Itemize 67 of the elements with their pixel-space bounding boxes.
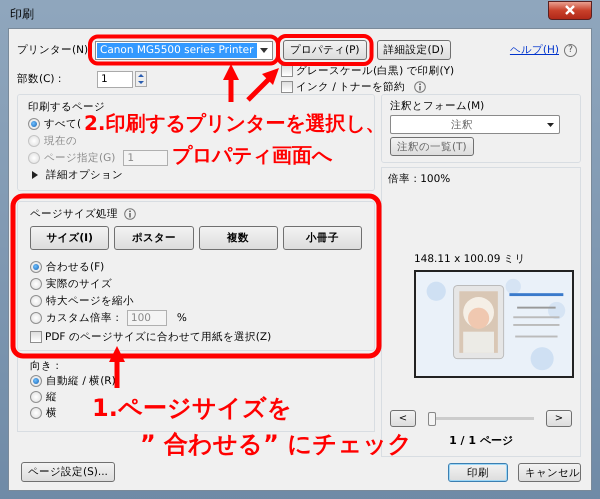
- help-link[interactable]: ヘルプ(H): [510, 43, 559, 57]
- page-setup-button[interactable]: ページ設定(S)...: [21, 462, 115, 482]
- checkbox[interactable]: [281, 81, 293, 93]
- copies-field[interactable]: 1: [97, 70, 133, 88]
- scale-label: 倍率 : 100%: [388, 172, 452, 186]
- radio-button[interactable]: [30, 312, 42, 324]
- group-title: 印刷するページ: [28, 100, 105, 114]
- close-button[interactable]: [548, 0, 592, 20]
- help-icon[interactable]: ?: [564, 44, 577, 56]
- properties-button[interactable]: プロパティ(P): [283, 40, 367, 60]
- radio-label: 合わせる(F): [46, 260, 104, 274]
- group-title: 向き :: [30, 359, 60, 373]
- printer-label: プリンター(N): [17, 43, 90, 57]
- radio-label: ページ指定(G): [44, 150, 116, 164]
- radio-label: 特大ページを縮小: [46, 294, 134, 308]
- radio-label: 現在の: [44, 134, 77, 148]
- copies-label: 部数(C) :: [17, 72, 62, 86]
- dropdown-arrow-icon: [547, 122, 554, 126]
- group-title: 注釈とフォーム(M): [390, 99, 486, 113]
- paper-size-label: 148.11 x 100.09 ミリ: [414, 252, 527, 266]
- checkbox[interactable]: [281, 65, 293, 77]
- checkbox-label: グレースケール(白黒) で印刷(Y): [296, 64, 454, 78]
- radio-button[interactable]: [28, 118, 40, 130]
- window-title: 印刷: [9, 6, 34, 22]
- arrow: [223, 64, 239, 102]
- radio-label: 実際のサイズ: [46, 276, 112, 290]
- expand-icon: [32, 171, 38, 179]
- radio-button[interactable]: [30, 260, 42, 272]
- callout-text: プロパティ画面へ: [172, 142, 332, 168]
- next-page-button[interactable]: >: [546, 410, 572, 427]
- info-icon: [414, 81, 426, 93]
- annotations-list-button[interactable]: 注釈の一覧(T): [390, 137, 474, 156]
- radio-button[interactable]: [30, 407, 42, 419]
- radio-button[interactable]: [30, 375, 42, 387]
- callout-text: ” 合わせる” にチェック: [140, 430, 412, 458]
- arrow: [246, 68, 279, 102]
- mode-button[interactable]: 複数: [198, 226, 278, 250]
- callout-text: 1.ページサイズを: [92, 394, 292, 422]
- checkbox-label: PDF のページサイズに合わせて用紙を選択(Z): [45, 330, 272, 344]
- cancel-button[interactable]: キャンセル: [518, 463, 581, 482]
- mode-button[interactable]: サイズ(I): [30, 226, 110, 250]
- checkbox-label: インク / トナーを節約: [296, 80, 406, 94]
- callout-text: 2.印刷するプリンターを選択し、: [84, 111, 386, 136]
- slider-thumb[interactable]: [428, 412, 436, 426]
- close-icon: [565, 5, 575, 15]
- radio-label: 自動縦 / 横(R): [46, 374, 116, 388]
- more-options-toggle[interactable]: 詳細オプション: [46, 168, 123, 182]
- radio-button[interactable]: [30, 278, 42, 290]
- radio-button[interactable]: [30, 391, 42, 403]
- advanced-button[interactable]: 詳細設定(D): [376, 40, 451, 60]
- print-button[interactable]: 印刷: [448, 463, 508, 482]
- group-title: ページサイズ処理: [30, 207, 118, 221]
- mode-button[interactable]: ポスター: [114, 226, 194, 250]
- dropdown-arrow-icon: [260, 48, 268, 52]
- unit-label: %: [176, 312, 187, 324]
- radio-label: すべて(: [44, 116, 82, 130]
- radio-label: 縦: [46, 390, 57, 404]
- checkbox[interactable]: [30, 331, 42, 343]
- info-icon: [124, 208, 136, 220]
- spinner-icon: [135, 71, 147, 87]
- previous-page-button[interactable]: <: [390, 410, 416, 427]
- mode-button[interactable]: 小冊子: [282, 226, 362, 250]
- page-counter: 1 / 1 ページ: [449, 433, 513, 448]
- radio-label: カスタム倍率 :: [46, 310, 119, 324]
- radio-label: 横: [46, 406, 57, 420]
- radio-button[interactable]: [30, 294, 42, 306]
- annotations-dropdown[interactable]: 注釈: [390, 115, 560, 134]
